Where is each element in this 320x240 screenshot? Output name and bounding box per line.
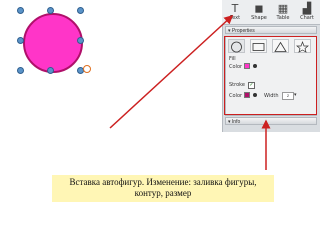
caption-line-2: контур, размер	[134, 188, 192, 198]
arrow-to-shape-tool	[109, 14, 234, 129]
caption-box: Вставка автофигур. Изменение: заливка фи…	[52, 175, 274, 202]
annotation-arrows	[109, 14, 271, 170]
caption-line-1: Вставка автофигур. Изменение: заливка фи…	[69, 177, 257, 187]
